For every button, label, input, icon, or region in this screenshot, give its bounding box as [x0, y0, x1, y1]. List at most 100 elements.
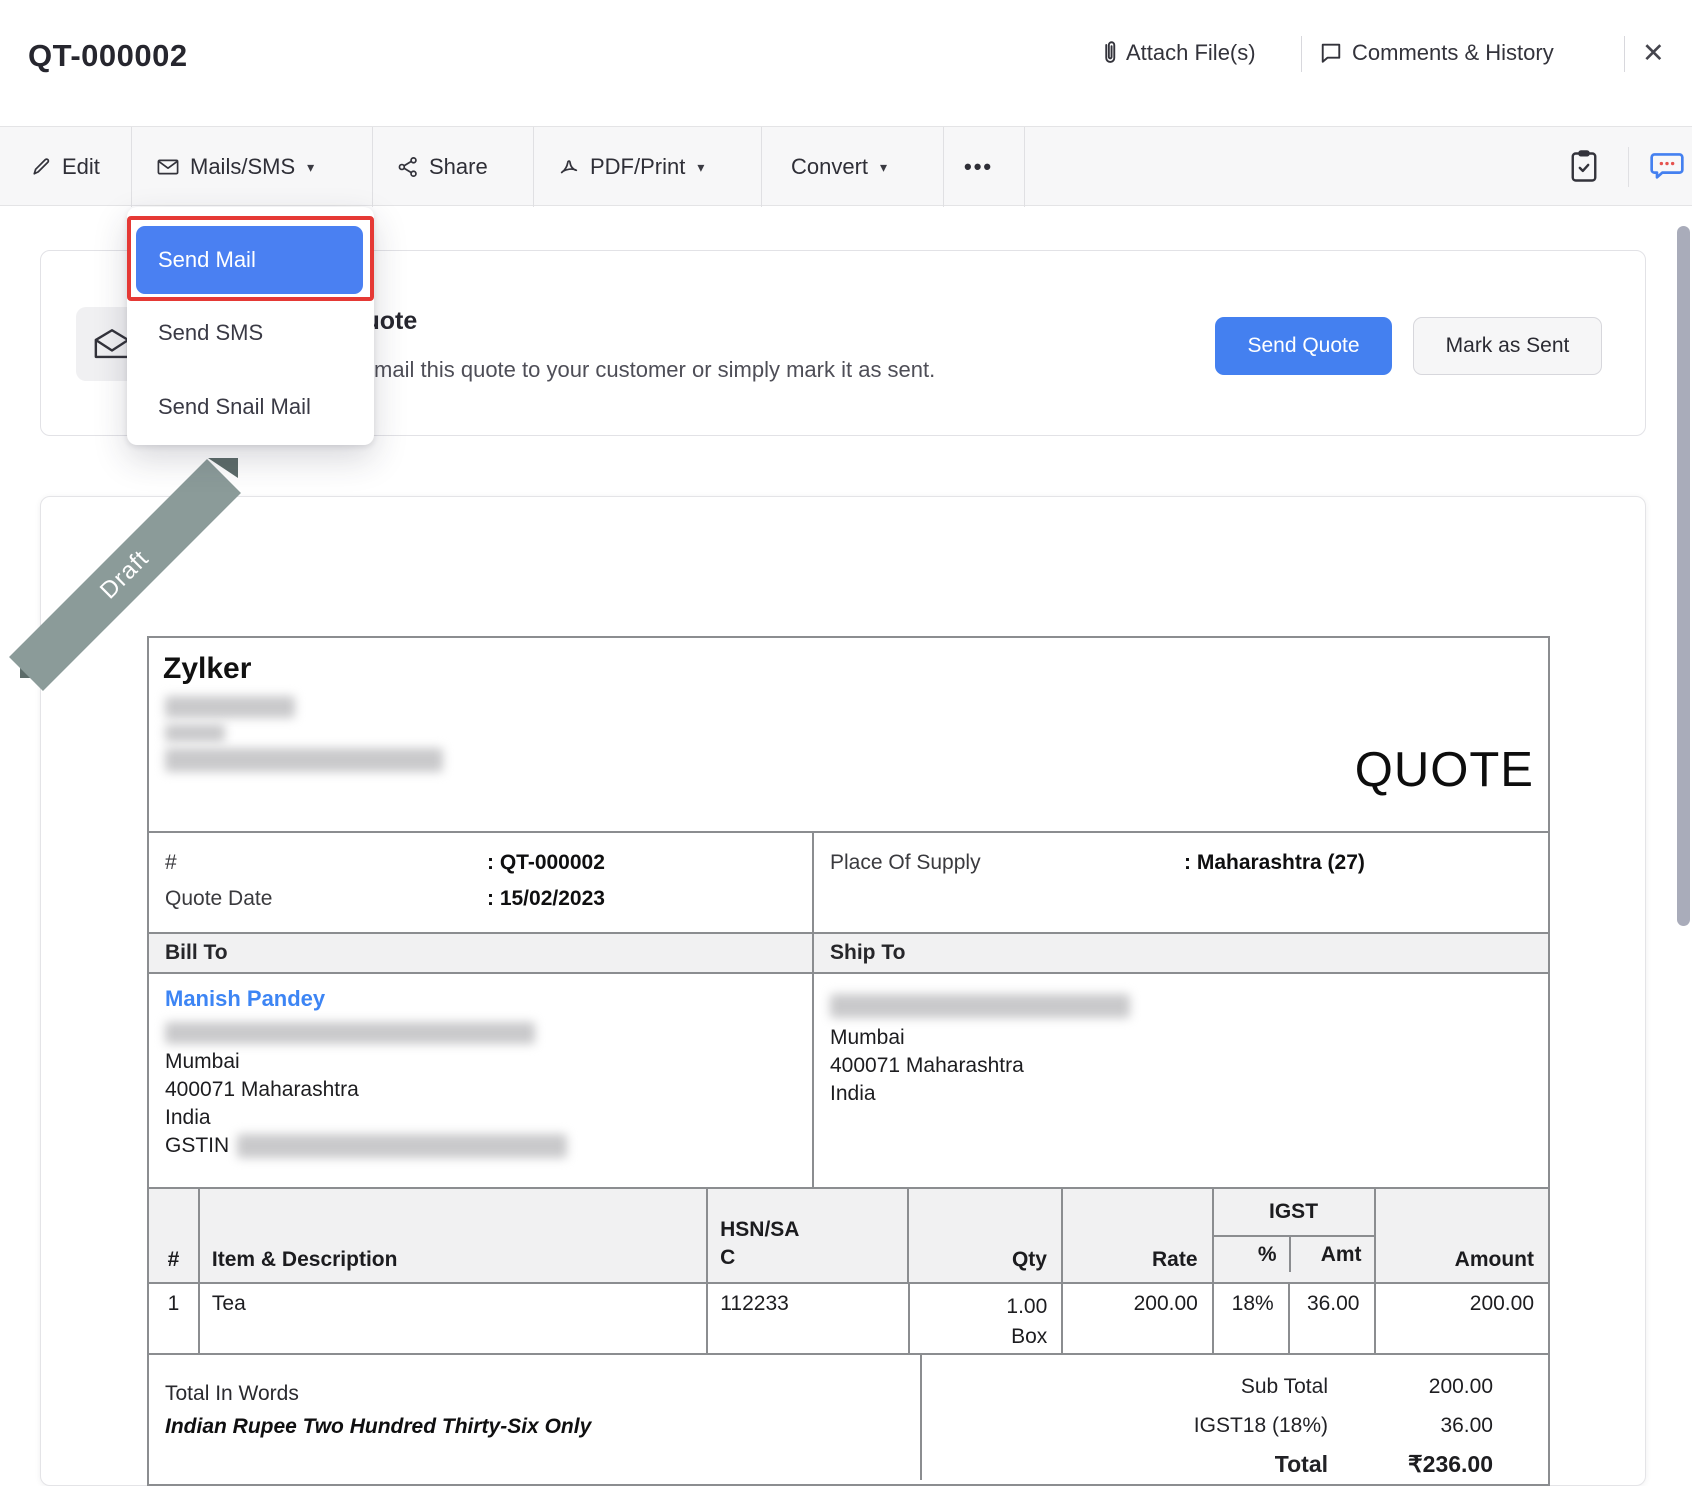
pdf-print-button[interactable]: PDF/Print ▾ — [558, 127, 704, 207]
comments-history-label: Comments & History — [1352, 40, 1554, 66]
menu-item-send-sms[interactable]: Send SMS — [158, 313, 358, 353]
row-amount: 200.00 — [1374, 1284, 1549, 1353]
toolbar-divider — [372, 127, 373, 207]
row-serial: 1 — [149, 1284, 198, 1353]
col-igst-group: IGST % Amt — [1212, 1189, 1374, 1282]
totals-table: Sub Total 200.00 IGST18 (18%) 36.00 Tota… — [922, 1355, 1548, 1480]
redacted-address-line — [830, 994, 1130, 1018]
place-of-supply-value: : Maharashtra (27) — [1184, 845, 1365, 881]
bill-to-address: Manish Pandey Mumbai 400071 Maharashtra … — [149, 974, 814, 1187]
convert-button[interactable]: Convert ▾ — [791, 127, 887, 207]
ship-to-region: 400071 Maharashtra — [830, 1052, 1532, 1080]
col-qty: Qty — [907, 1189, 1061, 1282]
tax-label: IGST18 (18%) — [1194, 1414, 1328, 1438]
row-hsn: 112233 — [706, 1284, 907, 1353]
bill-to-city: Mumbai — [165, 1048, 796, 1076]
toolbar-divider — [131, 127, 132, 207]
close-icon[interactable]: ✕ — [1642, 38, 1665, 69]
supply-meta: Place Of Supply : Maharashtra (27) — [814, 833, 1548, 932]
toolbar: Edit Mails/SMS ▾ Share PDF/Print ▾ Conve… — [0, 126, 1692, 206]
col-serial: # — [149, 1189, 198, 1282]
col-igst: IGST — [1214, 1189, 1374, 1237]
row-qty-unit: Box — [922, 1322, 1048, 1352]
comments-history-button[interactable]: Comments & History — [1318, 40, 1554, 66]
bill-to-country: India — [165, 1104, 796, 1132]
share-icon — [397, 156, 419, 178]
quote-date-label: Quote Date — [165, 881, 487, 917]
table-row: 1 Tea 112233 1.00 Box 200.00 18% 36.00 2… — [149, 1282, 1548, 1353]
redacted-gstin — [237, 1134, 567, 1158]
toolbar-divider — [761, 127, 762, 207]
more-actions-button[interactable]: ••• — [964, 127, 993, 207]
bill-to-region: 400071 Maharashtra — [165, 1076, 796, 1104]
chevron-down-icon: ▾ — [880, 159, 887, 176]
convert-label: Convert — [791, 154, 868, 180]
chat-feedback-button[interactable] — [1648, 149, 1686, 185]
ship-to-country: India — [830, 1080, 1532, 1108]
paperclip-icon — [1094, 40, 1118, 66]
chevron-down-icon: ▾ — [697, 159, 704, 176]
row-igst-amount: 36.00 — [1288, 1284, 1374, 1353]
ship-to-address: Mumbai 400071 Maharashtra India — [814, 974, 1548, 1187]
ship-to-city: Mumbai — [830, 1024, 1532, 1052]
row-rate: 200.00 — [1061, 1284, 1212, 1353]
share-label: Share — [429, 154, 488, 180]
col-amount: Amount — [1374, 1189, 1548, 1282]
total-in-words: Total In Words Indian Rupee Two Hundred … — [149, 1355, 922, 1480]
redacted-address-line — [165, 748, 443, 772]
quote-meta: # : QT-000002 Quote Date : 15/02/2023 — [149, 833, 814, 932]
customer-name-link[interactable]: Manish Pandey — [165, 982, 796, 1016]
place-of-supply-label: Place Of Supply — [830, 845, 1184, 881]
ellipsis-icon: ••• — [964, 154, 993, 180]
redacted-address-line — [165, 1022, 535, 1044]
chevron-down-icon: ▾ — [307, 159, 314, 176]
attach-files-button[interactable]: Attach File(s) — [1094, 40, 1256, 66]
col-igst-amount: Amt — [1289, 1237, 1374, 1272]
attach-files-label: Attach File(s) — [1126, 40, 1256, 66]
edit-label: Edit — [62, 154, 100, 180]
document-type-title: QUOTE — [1355, 742, 1534, 798]
toolbar-divider — [1024, 127, 1025, 207]
mails-sms-label: Mails/SMS — [190, 154, 295, 180]
share-button[interactable]: Share — [397, 127, 488, 207]
col-hsn-sac-label: HSN/SAC — [720, 1216, 804, 1272]
banner-message: You can email this quote to your custome… — [277, 357, 935, 383]
toolbar-divider — [533, 127, 534, 207]
col-hsn-sac: HSN/SAC — [706, 1189, 907, 1282]
sub-total-label: Sub Total — [1241, 1375, 1328, 1399]
mails-sms-button[interactable]: Mails/SMS ▾ — [156, 127, 314, 207]
clipboard-check-icon — [1567, 149, 1601, 185]
toolbar-divider — [943, 127, 944, 207]
items-table-header: # Item & Description HSN/SAC Qty Rate IG… — [149, 1187, 1548, 1282]
mails-sms-dropdown: Send Mail Send SMS Send Snail Mail — [127, 207, 374, 445]
col-rate: Rate — [1061, 1189, 1212, 1282]
tasks-clipboard-button[interactable] — [1567, 149, 1601, 185]
sub-total-value: 200.00 — [1328, 1375, 1548, 1399]
send-quote-button[interactable]: Send Quote — [1215, 317, 1392, 375]
totals-section: Total In Words Indian Rupee Two Hundred … — [149, 1353, 1548, 1480]
address-header-band: Bill To Ship To — [149, 932, 1548, 974]
menu-item-send-mail[interactable]: Send Mail — [136, 226, 363, 294]
toolbar-divider — [1628, 147, 1629, 187]
header-divider — [1301, 36, 1302, 72]
vertical-scrollbar[interactable] — [1677, 226, 1690, 926]
redacted-address-line — [165, 724, 225, 742]
bill-to-label: Bill To — [149, 934, 814, 972]
menu-item-send-snail-mail[interactable]: Send Snail Mail — [158, 387, 358, 427]
row-igst-percent: 18% — [1212, 1284, 1288, 1353]
redacted-address-line — [165, 696, 295, 718]
quote-date-value: : 15/02/2023 — [487, 881, 605, 917]
document-header: Zylker QUOTE — [149, 638, 1548, 831]
quote-document: Zylker QUOTE # : QT-000002 Quote Date : … — [147, 636, 1550, 1486]
mark-as-sent-button[interactable]: Mark as Sent — [1413, 317, 1602, 375]
total-in-words-label: Total In Words — [165, 1379, 904, 1409]
gstin-label: GSTIN — [165, 1132, 229, 1160]
comment-bubble-icon — [1318, 40, 1344, 66]
header-divider — [1624, 36, 1625, 72]
total-in-words-value: Indian Rupee Two Hundred Thirty-Six Only — [165, 1409, 904, 1445]
pencil-icon — [30, 156, 52, 178]
edit-button[interactable]: Edit — [30, 127, 100, 207]
col-item-description: Item & Description — [198, 1189, 706, 1282]
page-title: QT-000002 — [28, 38, 188, 74]
company-name: Zylker — [163, 652, 251, 686]
